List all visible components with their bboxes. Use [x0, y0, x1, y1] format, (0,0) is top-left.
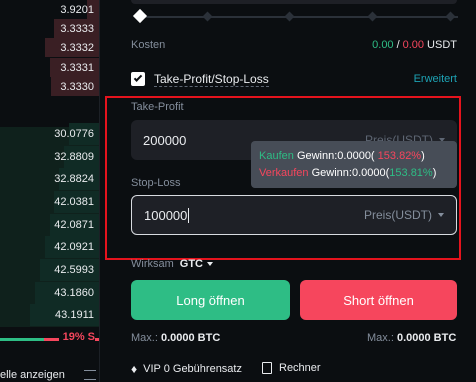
tooltip-buy-close: )	[421, 150, 425, 162]
ask-row[interactable]: 3.3332	[0, 38, 99, 57]
slider-thumb[interactable]	[132, 8, 148, 24]
cost-separator: /	[396, 39, 400, 51]
time-in-force-row[interactable]: Wirksam GTC	[131, 258, 214, 270]
bid-price: 32.8824	[54, 173, 94, 185]
tooltip-sell-pct: 153.81%	[389, 167, 433, 179]
cost-row: Kosten 0.00 / 0.00 USDT	[131, 39, 457, 53]
cost-label: Kosten	[131, 39, 166, 51]
order-book: 3.9201 3.3333 3.3332 3.3331 3.3330 30.0776 32.…	[0, 0, 99, 382]
bid-row[interactable]: 42.0381	[0, 191, 99, 213]
max-short-value: 0.0000 BTC	[396, 332, 457, 344]
leverage-slider[interactable]	[131, 0, 458, 28]
tif-label: Wirksam	[131, 258, 174, 270]
max-long-value: 0.0000 BTC	[160, 332, 221, 344]
bid-price: 43.1911	[55, 309, 94, 321]
long-button[interactable]: Long öffnen	[131, 280, 290, 320]
settings-sliders-icon[interactable]	[84, 370, 96, 380]
stop-loss-unit: Preis(USDT)	[364, 208, 432, 222]
ask-price: 3.3333	[60, 22, 94, 35]
tooltip-buy-gain: Gewinn:0.0000(	[296, 150, 375, 162]
stop-loss-unit-select[interactable]: Preis(USDT)	[364, 208, 444, 222]
show-depth-link[interactable]: elle anzeigen	[0, 369, 65, 381]
max-long-label: Max.:	[131, 332, 158, 344]
tooltip-buy-label: Kaufen	[259, 150, 294, 162]
cost-long: 0.00	[372, 39, 394, 51]
caret-down-icon	[207, 262, 214, 266]
cost-unit: USDT	[427, 39, 457, 51]
calculator-icon	[262, 362, 272, 374]
cost-short: 0.00	[402, 39, 425, 51]
bid-price: 42.0921	[54, 241, 94, 253]
bid-price: 43.1860	[54, 287, 94, 299]
bid-price: 32.8809	[54, 151, 94, 163]
text-cursor	[188, 207, 190, 223]
bid-price: 42.5993	[54, 264, 94, 276]
bid-price: 42.0871	[54, 219, 94, 231]
stop-loss-value: 100000	[144, 207, 188, 223]
tpsl-checkbox[interactable]	[131, 72, 145, 86]
diamond-icon: ♦	[131, 362, 138, 376]
bid-row[interactable]: 30.0776	[0, 123, 99, 145]
check-icon	[133, 73, 143, 82]
ask-price: 3.3332	[60, 41, 94, 54]
ask-row[interactable]: 3.3330	[0, 77, 99, 96]
stop-loss-input[interactable]: 100000 Preis(USDT)	[131, 195, 457, 235]
ask-price: 3.9201	[60, 3, 94, 16]
tpsl-label: Take-Profit/Stop-Loss	[154, 71, 269, 87]
tooltip-sell-gain: Gewinn:0.0000(	[311, 167, 390, 179]
take-profit-label: Take-Profit	[131, 101, 184, 113]
vip-fee-link[interactable]: ♦ VIP 0 Gebührensatz	[131, 362, 242, 376]
max-short: Max.: 0.0000 BTC	[367, 332, 456, 344]
caret-down-icon	[438, 213, 444, 217]
sell-ratio-label: 19% S	[58, 331, 95, 343]
tooltip-sell-close: )	[432, 167, 437, 179]
calculator-label: Rechner	[279, 362, 321, 374]
ask-price: 3.3331	[60, 61, 94, 74]
max-long: Max.: 0.0000 BTC	[131, 332, 220, 344]
bid-row[interactable]: 43.1860	[0, 282, 99, 304]
bid-row[interactable]: 42.0921	[0, 236, 99, 258]
tif-value: GTC	[179, 258, 204, 270]
bid-row[interactable]: 43.1911	[0, 304, 99, 326]
ask-row[interactable]: 3.9201	[0, 0, 99, 19]
bid-row[interactable]: 32.8824	[0, 168, 99, 190]
calculator-link[interactable]: Rechner	[262, 362, 321, 374]
stop-loss-label: Stop-Loss	[131, 177, 181, 189]
take-profit-value: 200000	[143, 132, 187, 148]
short-button[interactable]: Short öffnen	[300, 280, 457, 320]
pnl-tooltip: Kaufen Gewinn:0.0000( 153.82%) Verkaufen…	[251, 141, 457, 188]
ask-price: 3.3330	[60, 80, 94, 93]
bid-row[interactable]: 42.5993	[0, 259, 99, 281]
divider	[99, 0, 100, 382]
tooltip-buy-pct: 153.82%	[374, 150, 422, 162]
tooltip-sell-label: Verkaufen	[259, 167, 309, 179]
ask-row[interactable]: 3.3333	[0, 19, 99, 38]
bid-price: 30.0776	[54, 128, 94, 140]
bid-row[interactable]: 42.0871	[0, 214, 99, 236]
ask-row[interactable]: 3.3331	[0, 58, 99, 77]
advanced-link[interactable]: Erweitert	[414, 73, 457, 85]
bid-price: 42.0381	[54, 196, 94, 208]
bid-row[interactable]: 32.8809	[0, 146, 99, 168]
tpsl-row: Take-Profit/Stop-Loss Erweitert	[131, 71, 457, 87]
vip-fee-label: VIP 0 Gebührensatz	[143, 363, 242, 375]
max-short-label: Max.:	[367, 332, 394, 344]
